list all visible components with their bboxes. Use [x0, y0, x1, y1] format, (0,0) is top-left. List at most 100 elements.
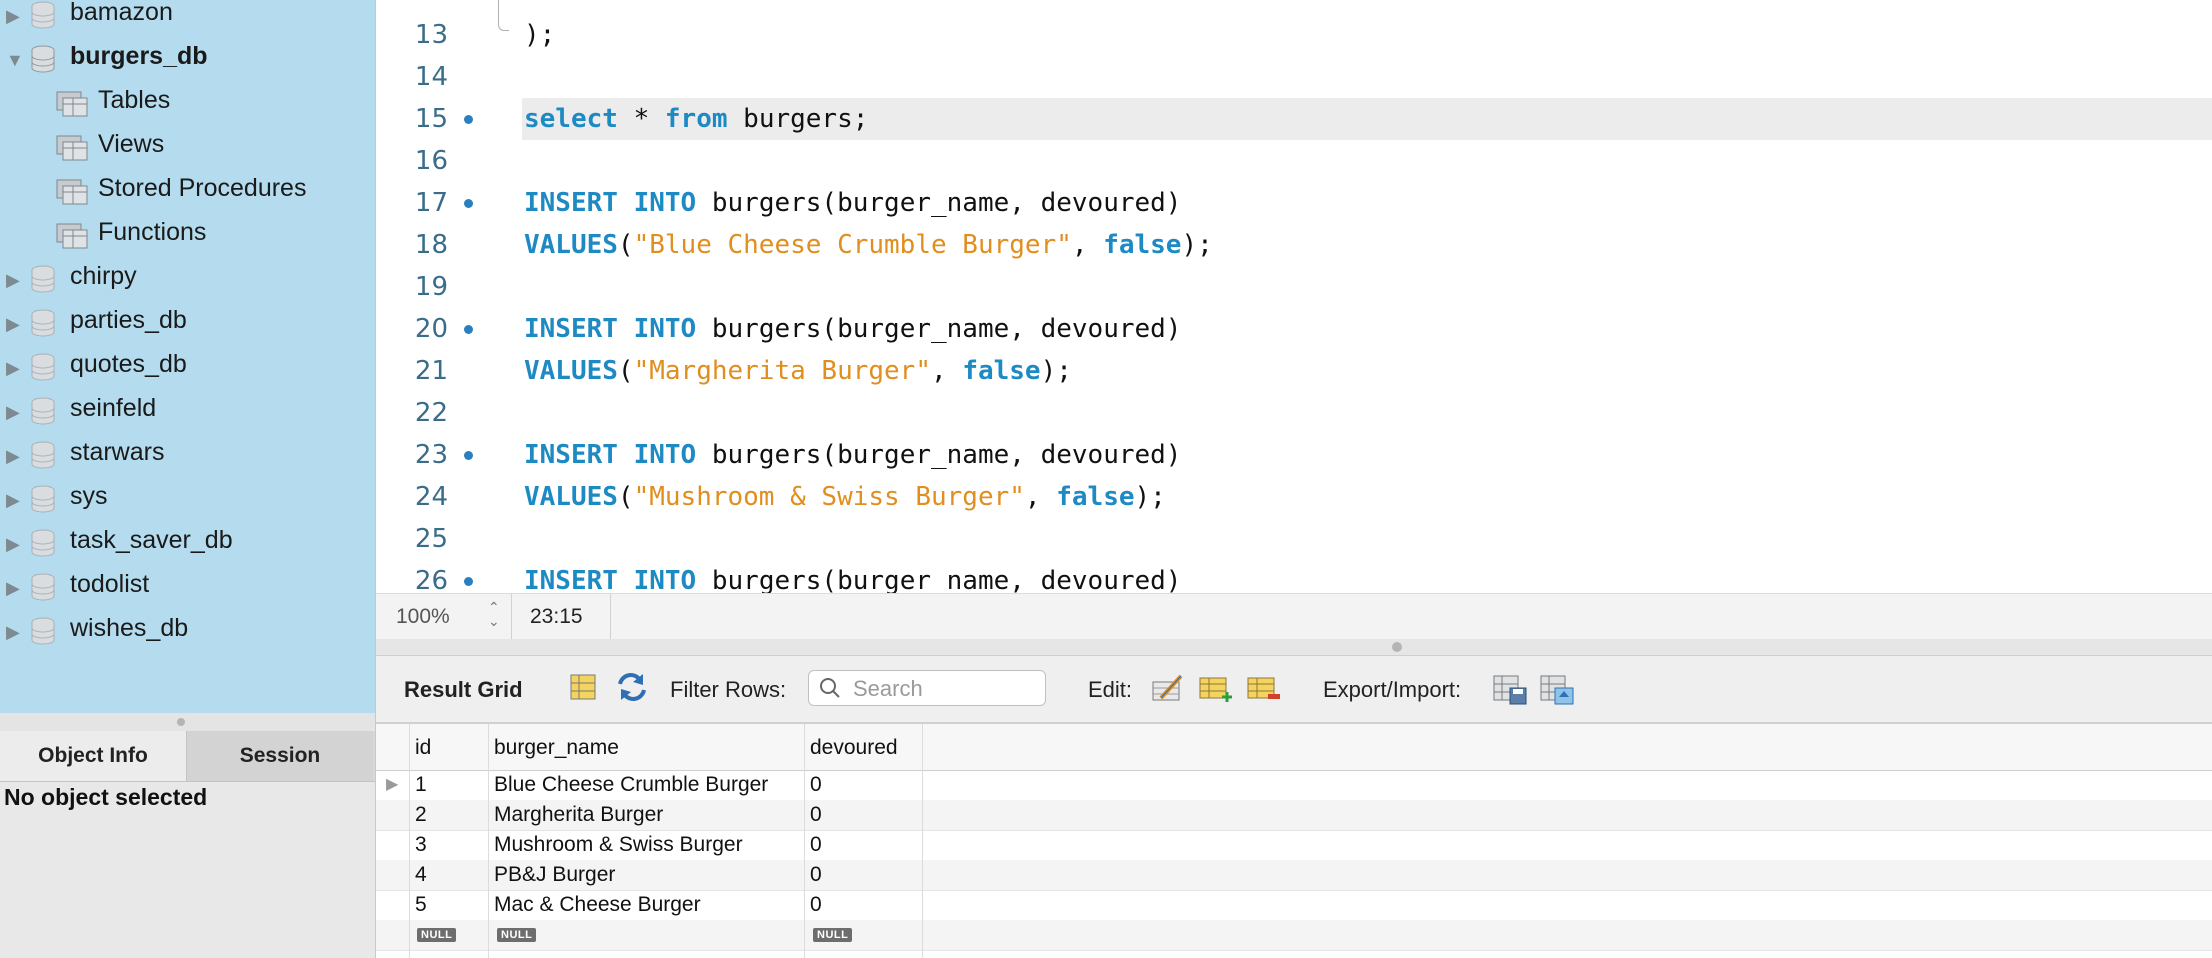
result-toolbar: Result Grid Filter Rows: Search Edit: Ex… [376, 656, 2212, 724]
splitter-handle-icon[interactable] [177, 718, 185, 726]
result-grid[interactable]: id burger_name devoured ▶ 1 Blue Cheese … [376, 724, 2212, 958]
grid-header: id burger_name devoured [376, 724, 2212, 771]
disclosure-arrow-icon[interactable]: ▶ [6, 358, 20, 379]
code-line[interactable]: 17 INSERT INTO burgers(burger_name, devo… [376, 182, 2212, 224]
schema-child-tables[interactable]: Tables [0, 84, 375, 124]
schema-child-stored-procedures[interactable]: Stored Procedures [0, 172, 375, 212]
delete-row-icon[interactable] [1246, 672, 1282, 704]
disclosure-arrow-icon[interactable]: ▶ [6, 622, 20, 643]
database-icon [31, 1, 55, 29]
code-line[interactable]: 13 ); [376, 14, 2212, 56]
disclosure-arrow-expanded-icon[interactable]: ▼ [6, 50, 24, 71]
cell-id[interactable]: 5 [415, 893, 427, 917]
cell-id[interactable]: 4 [415, 863, 427, 887]
export-icon[interactable] [1492, 672, 1528, 706]
code-line[interactable]: 26 INSERT INTO burgers(burger_name, devo… [376, 560, 2212, 593]
statement-marker-icon[interactable] [464, 199, 473, 208]
schema-item-todolist[interactable]: ▶ todolist [0, 568, 375, 608]
schema-child-views[interactable]: Views [0, 128, 375, 168]
cell-burger-name[interactable]: Mac & Cheese Burger [494, 893, 701, 917]
cell-id[interactable]: 1 [415, 773, 427, 797]
cell-burger-name[interactable]: PB&J Burger [494, 863, 615, 887]
cell-devoured[interactable]: 0 [810, 803, 822, 827]
import-icon[interactable] [1539, 672, 1575, 706]
insert-row-icon[interactable] [1198, 672, 1234, 704]
schema-item-quotes-db[interactable]: ▶ quotes_db [0, 348, 375, 388]
disclosure-arrow-icon[interactable]: ▶ [6, 314, 20, 335]
schema-item-wishes-db[interactable]: ▶ wishes_db [0, 612, 375, 652]
disclosure-arrow-icon[interactable]: ▶ [6, 578, 20, 599]
column-header-id[interactable]: id [415, 736, 431, 760]
disclosure-arrow-icon[interactable]: ▶ [6, 446, 20, 467]
code-line[interactable]: 18 VALUES("Blue Cheese Crumble Burger", … [376, 224, 2212, 266]
refresh-icon[interactable] [616, 672, 648, 702]
null-badge[interactable]: NULL [497, 928, 537, 942]
disclosure-arrow-icon[interactable]: ▶ [6, 6, 20, 27]
stepper-arrows-icon[interactable]: ⌃ ⌄ [488, 600, 500, 628]
disclosure-arrow-icon[interactable]: ▶ [6, 534, 20, 555]
code-line[interactable]: 23 INSERT INTO burgers(burger_name, devo… [376, 434, 2212, 476]
statement-marker-icon[interactable] [464, 451, 473, 460]
sidebar-splitter[interactable] [0, 713, 375, 731]
code-line[interactable]: 24 VALUES("Mushroom & Swiss Burger", fal… [376, 476, 2212, 518]
statement-marker-icon[interactable] [464, 325, 473, 334]
column-header-devoured[interactable]: devoured [810, 736, 898, 760]
cell-devoured[interactable]: 0 [810, 833, 822, 857]
code-line[interactable]: 22 [376, 392, 2212, 434]
disclosure-arrow-icon[interactable]: ▶ [6, 402, 20, 423]
edit-row-icon[interactable] [1151, 672, 1185, 704]
schema-item-parties-db[interactable]: ▶ parties_db [0, 304, 375, 344]
schema-item-starwars[interactable]: ▶ starwars [0, 436, 375, 476]
schema-item-burgers-db[interactable]: ▼ burgers_db [0, 40, 375, 80]
code-line-current[interactable]: 15 select * from burgers; [376, 98, 2212, 140]
table-row[interactable]: ▶ 1 Blue Cheese Crumble Burger 0 [376, 770, 2212, 801]
result-grid-label: Result Grid [404, 677, 523, 702]
statement-marker-icon[interactable] [464, 577, 473, 586]
schema-item-bamazon[interactable]: ▶ bamazon [0, 0, 375, 36]
cell-devoured[interactable]: 0 [810, 893, 822, 917]
code-line[interactable]: 14 [376, 56, 2212, 98]
splitter-handle-icon[interactable] [1392, 642, 1402, 652]
grid-layout-icon[interactable] [568, 672, 598, 702]
table-row-new[interactable]: NULL NULL NULL [376, 920, 2212, 951]
cell-id[interactable]: 2 [415, 803, 427, 827]
cell-burger-name[interactable]: Margherita Burger [494, 803, 663, 827]
line-number: 19 [414, 272, 448, 302]
schema-item-seinfeld[interactable]: ▶ seinfeld [0, 392, 375, 432]
table-row[interactable]: 5 Mac & Cheese Burger 0 [376, 890, 2212, 921]
panel-splitter[interactable] [376, 639, 2212, 656]
schema-item-chirpy[interactable]: ▶ chirpy [0, 260, 375, 300]
zoom-stepper[interactable]: 100% ⌃ ⌄ [376, 594, 512, 639]
table-row[interactable]: 2 Margherita Burger 0 [376, 800, 2212, 831]
code-line[interactable]: 21 VALUES("Margherita Burger", false); [376, 350, 2212, 392]
column-header-burger-name[interactable]: burger_name [494, 736, 619, 760]
disclosure-arrow-icon[interactable]: ▶ [6, 270, 20, 291]
schema-child-functions[interactable]: Functions [0, 216, 375, 256]
tab-session[interactable]: Session [187, 731, 373, 781]
code-line[interactable]: 25 [376, 518, 2212, 560]
schema-item-sys[interactable]: ▶ sys [0, 480, 375, 520]
cell-burger-name[interactable]: Mushroom & Swiss Burger [494, 833, 743, 857]
cell-devoured[interactable]: 0 [810, 773, 822, 797]
cell-devoured[interactable]: 0 [810, 863, 822, 887]
table-row[interactable]: 4 PB&J Burger 0 [376, 860, 2212, 891]
statement-marker-icon[interactable] [464, 115, 473, 124]
code-line[interactable]: 16 [376, 140, 2212, 182]
schema-child-label: Functions [98, 218, 207, 246]
column-separator[interactable] [804, 724, 805, 958]
cell-burger-name[interactable]: Blue Cheese Crumble Burger [494, 773, 768, 797]
sql-editor[interactable]: 13 ); 14 15 select * from burgers; 16 17… [376, 0, 2212, 593]
column-separator[interactable] [488, 724, 489, 958]
disclosure-arrow-icon[interactable]: ▶ [6, 490, 20, 511]
code-line[interactable]: 20 INSERT INTO burgers(burger_name, devo… [376, 308, 2212, 350]
column-separator[interactable] [922, 724, 923, 958]
null-badge[interactable]: NULL [813, 928, 853, 942]
filter-search-input[interactable]: Search [808, 670, 1046, 706]
code-line[interactable]: 19 [376, 266, 2212, 308]
cell-id[interactable]: 3 [415, 833, 427, 857]
column-separator[interactable] [409, 724, 410, 958]
null-badge[interactable]: NULL [417, 928, 457, 942]
tab-object-info[interactable]: Object Info [0, 731, 187, 781]
schema-item-task-saver-db[interactable]: ▶ task_saver_db [0, 524, 375, 564]
table-row[interactable]: 3 Mushroom & Swiss Burger 0 [376, 830, 2212, 861]
